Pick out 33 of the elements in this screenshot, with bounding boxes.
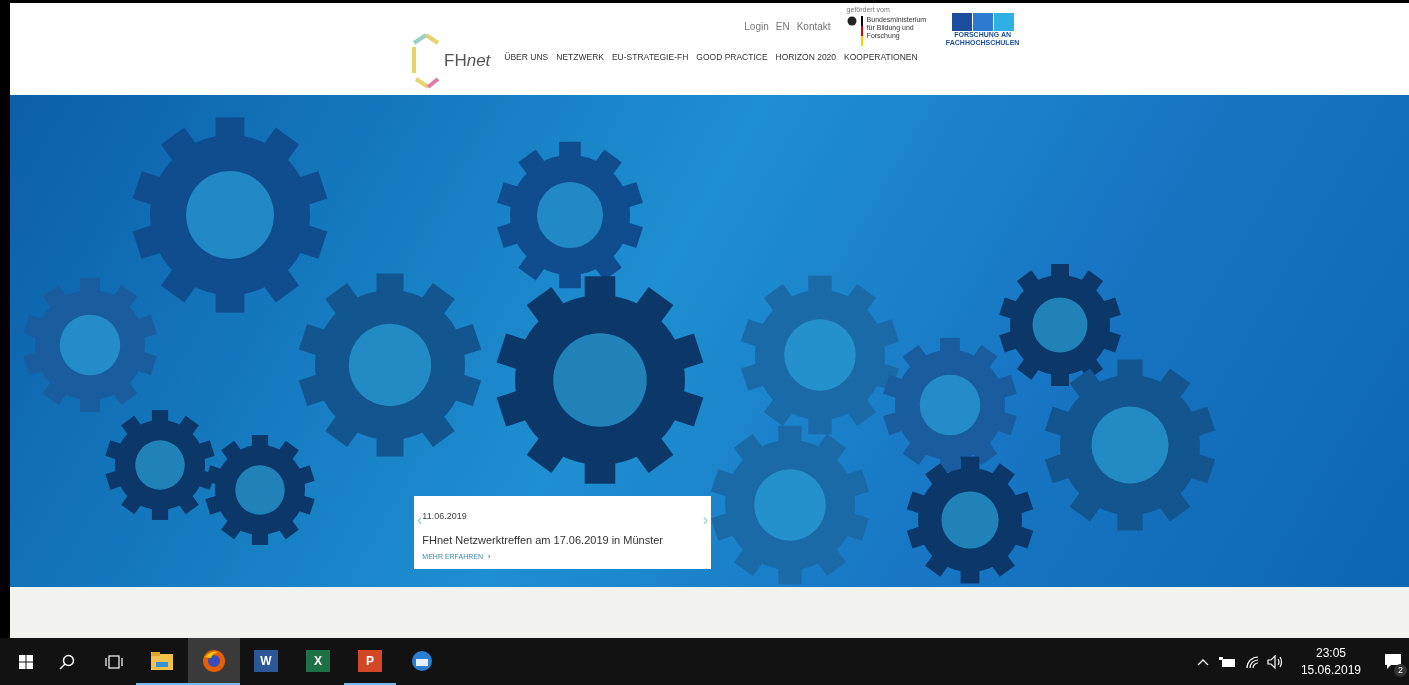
top-link[interactable]: Kontakt [796, 19, 831, 34]
office-app-icon: W [254, 649, 278, 672]
site-logo[interactable]: FHnet [444, 48, 491, 74]
notification-count-badge: 2 [1394, 664, 1407, 677]
slide-date: 11.06.2019 [422, 510, 468, 521]
office-app-icon: P [358, 649, 382, 672]
nav-link[interactable]: HORIZON 2020 [775, 51, 837, 64]
top-link[interactable]: EN [775, 19, 790, 34]
program-logo-icon [951, 13, 1014, 31]
hexagon-logo-icon [412, 33, 440, 89]
mail-app-icon [410, 649, 434, 672]
speaker-icon[interactable] [1266, 654, 1283, 669]
chevron-up-icon[interactable] [1196, 657, 1209, 666]
browser-icon [202, 648, 226, 673]
top-link[interactable]: Login [744, 19, 769, 34]
search-icon [59, 653, 75, 670]
taskbar-app[interactable]: W [240, 638, 292, 685]
nav-link[interactable]: KOOPERATIONEN [844, 51, 918, 64]
notification-button[interactable]: 2 [1381, 638, 1405, 685]
nav-link[interactable]: ÜBER UNS [504, 51, 549, 64]
windows-logo-icon [19, 654, 33, 669]
nav-link[interactable]: EU-STRATEGIE-FH [611, 51, 689, 64]
taskbar-app[interactable]: P [344, 638, 396, 685]
taskbar-app[interactable]: X [292, 638, 344, 685]
nav-link[interactable]: GOOD PRACTICE [696, 51, 768, 64]
flag-stripe-icon [860, 15, 863, 46]
task-view-icon [105, 654, 123, 669]
office-app-icon: X [306, 649, 330, 672]
nav-link[interactable]: NETZWERK [556, 51, 604, 64]
wifi-icon[interactable] [1244, 654, 1259, 669]
folder-icon [151, 651, 173, 670]
clock[interactable]: 23:05 15.06.2019 [1296, 644, 1365, 679]
slide-title: FHnet Netzwerktreffen am 17.06.2019 in Münster [422, 532, 665, 548]
